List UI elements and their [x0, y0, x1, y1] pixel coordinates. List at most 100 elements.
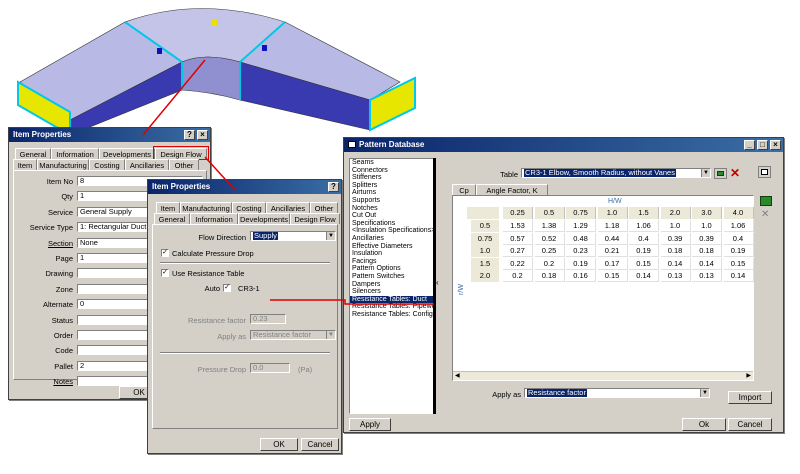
table-image-icon[interactable] [714, 168, 727, 179]
dropdown-arrow-icon[interactable]: ▼ [326, 232, 335, 240]
table-cell[interactable]: 1.29 [566, 220, 596, 232]
list-item[interactable]: Resistance Tables: Pipework [350, 303, 434, 311]
close-button[interactable]: × [197, 130, 208, 140]
list-item[interactable]: Silencers [350, 288, 434, 296]
table-cell[interactable]: 0.52 [534, 232, 565, 245]
category-list[interactable]: Seams Connectors Stiffeners Splitters Airtur… [349, 158, 435, 414]
table-cell[interactable]: 0.19 [566, 257, 596, 270]
table-cell[interactable]: 0.15 [723, 257, 754, 270]
tab-cp[interactable]: Cp [452, 184, 476, 195]
tab-costing[interactable]: Costing [232, 202, 266, 213]
tab-other[interactable]: Other [310, 202, 338, 213]
help-button[interactable]: ? [328, 182, 339, 192]
table-cell[interactable]: 1.0 [660, 220, 691, 232]
calc-pressure-drop-checkbox[interactable]: ✓ [161, 249, 169, 257]
list-item[interactable]: Insulation [350, 250, 434, 258]
table-cell[interactable]: 0.17 [597, 257, 628, 270]
list-item[interactable]: <Insulation Specifications> [350, 227, 434, 235]
list-item[interactable]: Pattern Options [350, 265, 434, 273]
horizontal-scrollbar[interactable]: ◀ ▶ [453, 371, 753, 380]
apply-as-select[interactable]: Resistance factor ▼ [250, 330, 336, 340]
table-cell[interactable]: 0.15 [629, 257, 659, 270]
list-item[interactable]: Specifications [350, 220, 434, 228]
add-row-icon[interactable] [760, 196, 772, 206]
auto-checkbox[interactable]: ✓ [223, 284, 231, 292]
table-select[interactable]: CR3-1 Elbow, Smooth Radius, without Vane… [521, 168, 711, 178]
tab-ancillaries[interactable]: Ancillaries [125, 159, 169, 170]
table-cell[interactable]: 0.57 [503, 232, 533, 245]
list-item[interactable]: Ancillaries [350, 235, 434, 243]
apply-as-select[interactable]: Resistance factor ▼ [524, 388, 710, 398]
cancel-button[interactable]: Cancel [301, 438, 339, 451]
tab-ancillaries[interactable]: Ancillaries [266, 202, 310, 213]
table-cell[interactable]: 0.21 [597, 245, 628, 257]
table-cell[interactable]: 0.19 [723, 245, 754, 257]
table-cell[interactable]: 0.14 [660, 257, 691, 270]
ok-button[interactable]: OK [260, 438, 298, 451]
collapse-arrow-icon[interactable]: ‹ [436, 278, 439, 287]
table-cell[interactable]: 0.48 [566, 232, 596, 245]
list-item[interactable]: Resistance Tables: Configurations [350, 311, 434, 319]
table-cell[interactable]: 0.22 [503, 257, 533, 270]
tab-general[interactable]: General [15, 148, 51, 159]
table-cell[interactable]: 0.15 [597, 270, 628, 282]
table-cell[interactable]: 0.4 [629, 232, 659, 245]
import-button[interactable]: Import [728, 391, 772, 404]
table-cell[interactable]: 0.44 [597, 232, 628, 245]
tab-developments[interactable]: Developments [238, 213, 290, 224]
tab-design-flow[interactable]: Design Flow [290, 213, 340, 224]
table-cell[interactable]: 0.19 [629, 245, 659, 257]
dropdown-arrow-icon[interactable]: ▼ [700, 389, 709, 397]
tab-angle-factor[interactable]: Angle Factor, K [476, 184, 548, 195]
tab-manufacturing[interactable]: Manufacturing [180, 202, 232, 213]
table-cell[interactable]: 0.13 [660, 270, 691, 282]
table-cell[interactable]: 0.25 [534, 245, 565, 257]
tab-manufacturing[interactable]: Manufacturing [37, 159, 89, 170]
table-cell[interactable]: 0.18 [692, 245, 722, 257]
delete-table-icon[interactable]: ✕ [730, 167, 740, 179]
table-cell[interactable]: 0.27 [503, 245, 533, 257]
tab-general[interactable]: General [154, 213, 190, 224]
list-item[interactable]: Cut Out [350, 212, 434, 220]
tab-costing[interactable]: Costing [89, 159, 125, 170]
table-cell[interactable]: 0.39 [660, 232, 691, 245]
table-cell[interactable]: 1.06 [723, 220, 754, 232]
table-cell[interactable]: 0.14 [692, 257, 722, 270]
close-button[interactable]: × [770, 140, 781, 150]
list-item[interactable]: Connectors [350, 167, 434, 175]
resistance-grid[interactable]: H/W r/W 0.25 0.5 0.75 1.0 1.5 2.0 3.0 4.0 0.5 1.5… [452, 195, 754, 381]
tab-item[interactable]: Item [13, 159, 37, 170]
list-item[interactable]: Airturns [350, 189, 434, 197]
table-cell[interactable]: 1.38 [534, 220, 565, 232]
table-cell[interactable]: 0.23 [566, 245, 596, 257]
tab-information[interactable]: Information [190, 213, 238, 224]
scroll-left-icon[interactable]: ◀ [455, 372, 460, 379]
flow-direction-select[interactable]: Supply ▼ [250, 231, 336, 241]
table-cell[interactable]: 0.16 [566, 270, 596, 282]
minimize-button[interactable]: _ [744, 140, 755, 150]
table-cell[interactable]: 0.18 [534, 270, 565, 282]
use-resistance-table-checkbox[interactable]: ✓ [161, 269, 169, 277]
apply-button[interactable]: Apply [349, 418, 391, 431]
list-item[interactable]: Notches [350, 205, 434, 213]
dropdown-arrow-icon[interactable]: ▼ [326, 331, 335, 339]
tab-information[interactable]: Information [51, 148, 99, 159]
table-cell[interactable]: 0.18 [660, 245, 691, 257]
table-cell[interactable]: 0.39 [692, 232, 722, 245]
table-cell[interactable]: 0.14 [723, 270, 754, 282]
list-item[interactable]: Dampers [350, 281, 434, 289]
dropdown-arrow-icon[interactable]: ▼ [701, 169, 710, 177]
list-item[interactable]: Supports [350, 197, 434, 205]
table-cell[interactable]: 0.4 [723, 232, 754, 245]
ok-button[interactable]: Ok [682, 418, 726, 431]
help-button[interactable]: ? [184, 130, 195, 140]
table-cell[interactable]: 1.06 [629, 220, 659, 232]
table-cell[interactable]: 1.18 [597, 220, 628, 232]
table-cell[interactable]: 0.2 [503, 270, 533, 282]
cancel-button[interactable]: Cancel [728, 418, 772, 431]
tab-developments[interactable]: Developments [99, 148, 155, 159]
list-item[interactable]: Facings [350, 258, 434, 266]
table-cell[interactable]: 1.0 [692, 220, 722, 232]
table-cell[interactable]: 0.13 [692, 270, 722, 282]
maximize-button[interactable]: □ [757, 140, 768, 150]
